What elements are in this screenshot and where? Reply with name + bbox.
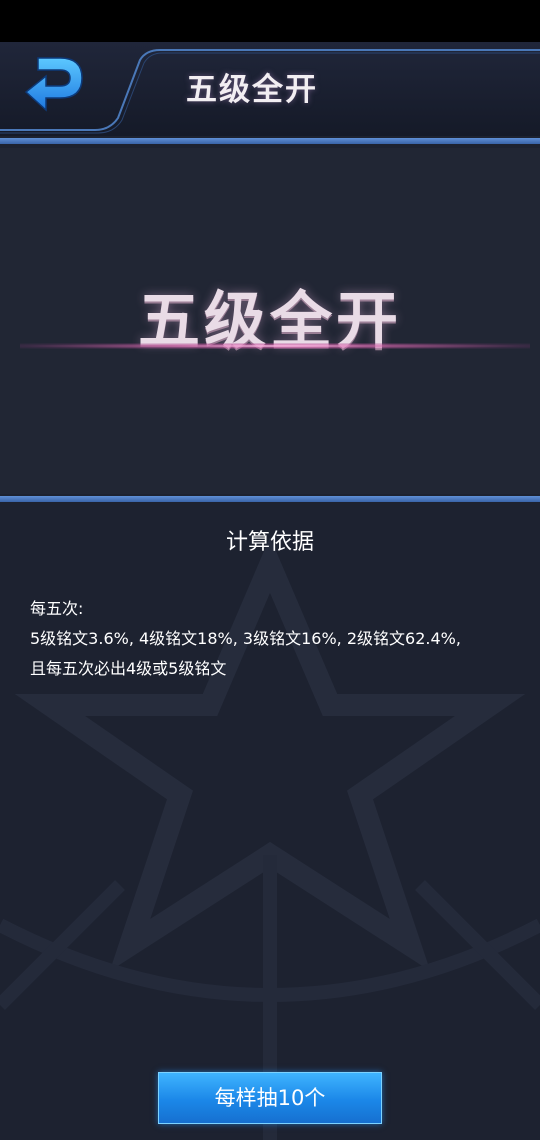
header-divider	[0, 138, 540, 144]
basis-title: 计算依据	[225, 530, 314, 555]
basis-line: 5级铭文3.6%, 4级铭文18%, 3级铭文16%, 2级铭文62.4%,	[30, 629, 461, 648]
status-bar	[0, 0, 540, 42]
basis-line: 且每五次必出4级或5级铭文	[30, 659, 227, 678]
banner-glow-line	[20, 343, 530, 349]
page-title: 五级全开	[186, 72, 318, 108]
banner-divider	[0, 496, 540, 502]
draw-10-each-button[interactable]: 每样抽10个	[158, 1072, 382, 1124]
basis-line: 每五次:	[30, 599, 84, 618]
app-screen: 五级全开 五级全开 计算依据 每五次: 5级铭文3.6%, 4级铭文18%, 3…	[0, 0, 540, 1140]
back-arrow-icon	[24, 57, 83, 112]
back-button[interactable]	[20, 52, 90, 122]
basis-description: 每五次: 5级铭文3.6%, 4级铭文18%, 3级铭文16%, 2级铭文62.…	[30, 594, 530, 684]
